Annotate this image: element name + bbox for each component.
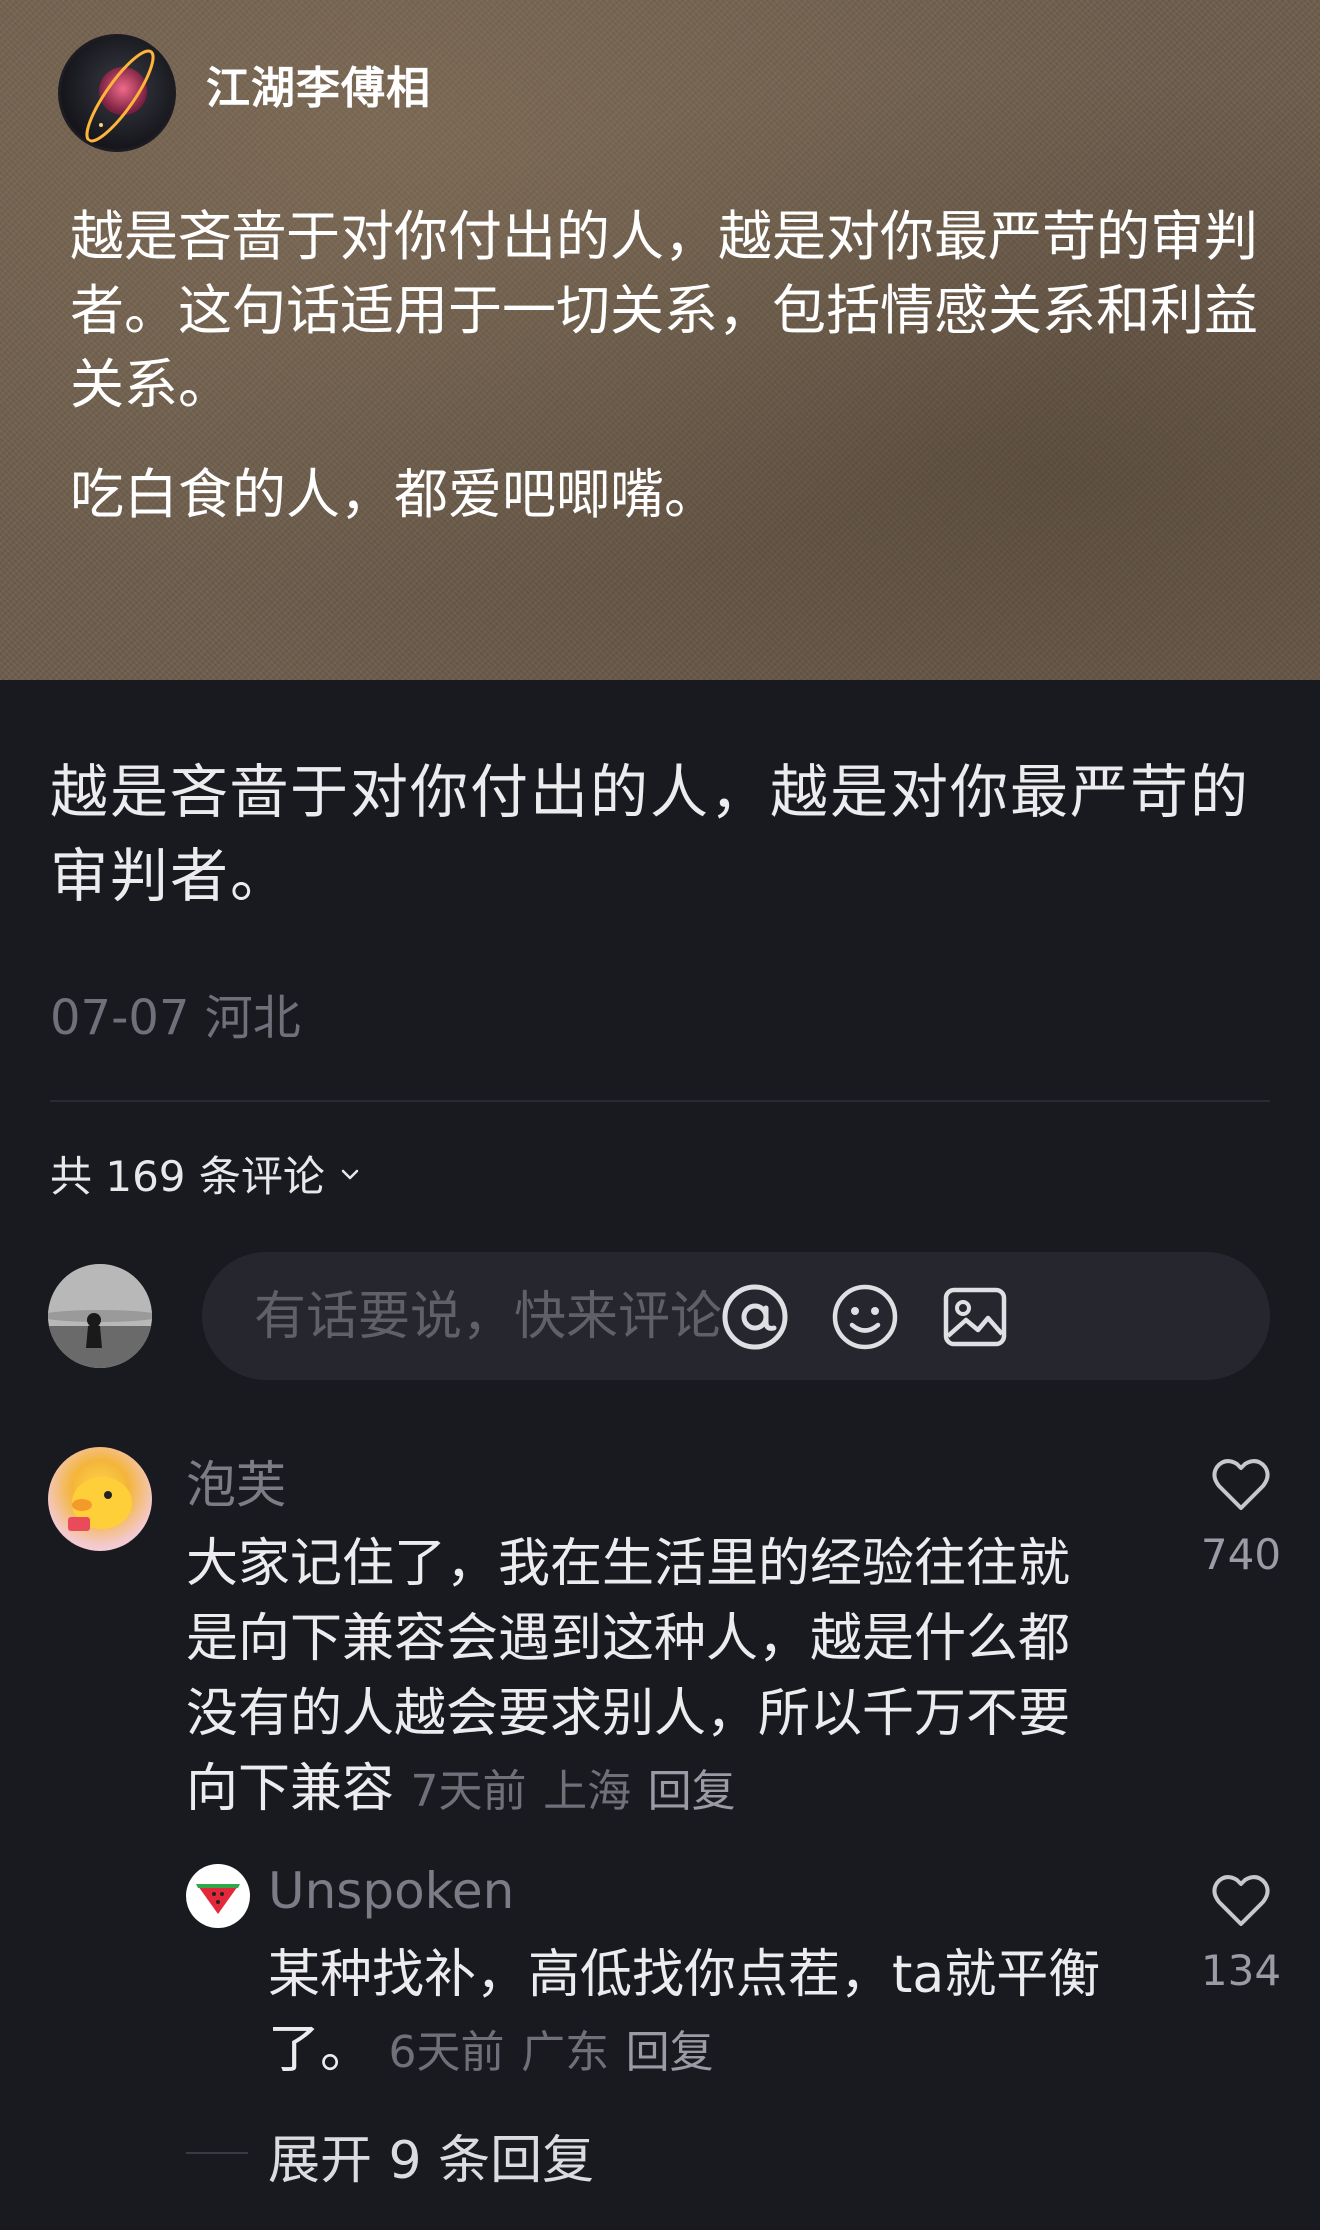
- comment-sort-toggle[interactable]: 共 169 条评论: [50, 1143, 361, 1204]
- card-quote-text: 越是吝啬于对你付出的人，越是对你最严苛的审判者。这句话适用于一切关系，包括情感关…: [70, 200, 1260, 568]
- heart-icon[interactable]: [1211, 1872, 1271, 1928]
- reply-button[interactable]: 回复: [626, 2027, 714, 2078]
- divider: [50, 1100, 1270, 1102]
- expand-divider: [186, 2152, 248, 2154]
- comment-count-label: 共 169 条评论: [50, 1152, 325, 1201]
- like-count: 134: [1200, 1946, 1282, 1995]
- comment-text: 大家记住了，我在生活里的经验往往就是向下兼容会遇到这种人，越是什么都没有的人越会…: [186, 1527, 1116, 1829]
- card-paragraph: 越是吝啬于对你付出的人，越是对你最严苛的审判者。这句话适用于一切关系，包括情感关…: [70, 205, 1258, 416]
- reply-time: 6天前: [388, 2027, 505, 2078]
- comment-author[interactable]: 泡芙: [186, 1445, 286, 1517]
- commenter-avatar[interactable]: [48, 1447, 152, 1551]
- like-count: 740: [1200, 1530, 1282, 1579]
- reply-location: 广东: [521, 2027, 610, 2078]
- post-body-text: 越是吝啬于对你付出的人，越是对你最严苛的审判者。: [50, 758, 1251, 910]
- card-paragraph: 吃白食的人，都爱吧唧嘴。: [70, 463, 718, 526]
- user-photo-icon: [48, 1264, 152, 1368]
- comment-input-box[interactable]: [202, 1252, 1270, 1380]
- card-author-name: 江湖李傅相: [206, 63, 431, 114]
- my-avatar[interactable]: [48, 1264, 152, 1368]
- reply-button[interactable]: 回复: [648, 1766, 736, 1817]
- heart-icon[interactable]: [1211, 1456, 1271, 1512]
- post-date: 07-07: [50, 990, 190, 1046]
- chevron-down-icon: [341, 1169, 359, 1179]
- planet-ring-icon: [85, 49, 155, 143]
- post-meta: 07-07 河北: [50, 978, 301, 1048]
- expand-replies-button[interactable]: 展开 9 条回复: [268, 2118, 594, 2193]
- reply-avatar[interactable]: [186, 1864, 250, 1928]
- comment-time: 7天前: [410, 1766, 527, 1817]
- emoji-icon[interactable]: [830, 1282, 900, 1352]
- post-location: 河北: [204, 990, 301, 1046]
- image-icon[interactable]: [940, 1282, 1010, 1352]
- reply-author[interactable]: Unspoken: [268, 1862, 514, 1920]
- at-icon[interactable]: [720, 1282, 790, 1352]
- card-author-avatar: [58, 34, 176, 152]
- watermelon-icon: [196, 1884, 240, 1914]
- reply-text: 某种找补，高低找你点茬，ta就平衡了。 6天前 广东 回复: [268, 1938, 1128, 2090]
- quote-image-card[interactable]: 江湖李傅相 越是吝啬于对你付出的人，越是对你最严苛的审判者。这句话适用于一切关系…: [0, 0, 1320, 680]
- duck-avatar-icon: [68, 1477, 132, 1531]
- comment-location: 上海: [543, 1766, 632, 1817]
